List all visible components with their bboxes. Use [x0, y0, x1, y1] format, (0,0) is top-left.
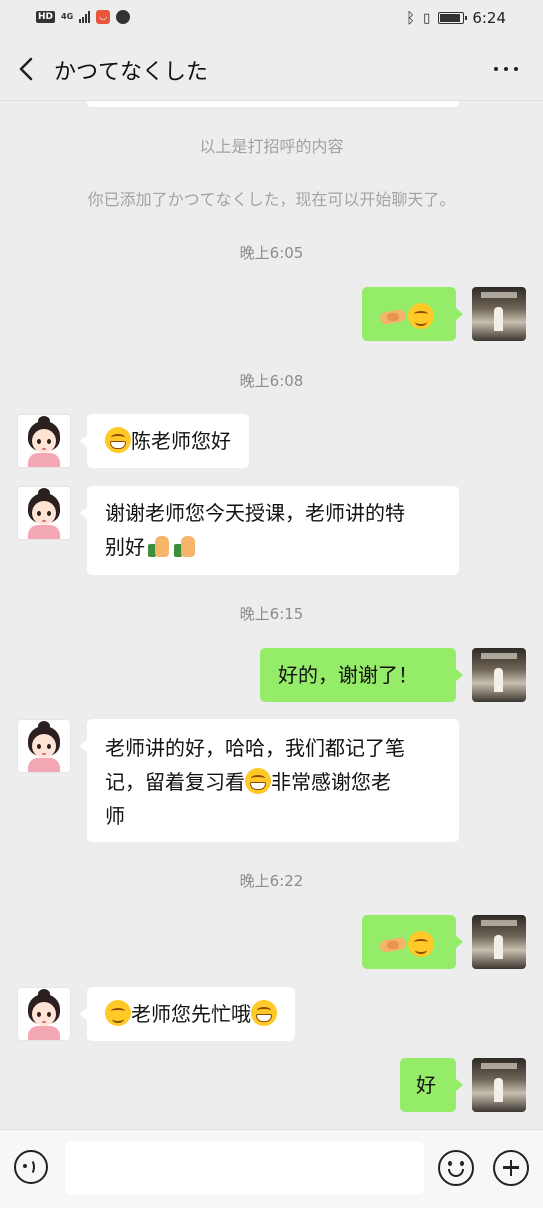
contact-avatar[interactable] — [17, 486, 71, 540]
smile-emoji-icon — [105, 1000, 131, 1026]
message-text: 好的，谢谢了！ — [278, 663, 418, 687]
message-text: 老师您先忙哦 — [131, 1002, 251, 1026]
thumbs-up-emoji-icon — [145, 533, 171, 559]
timestamp: 晚上6:22 — [239, 872, 304, 890]
timestamp: 晚上6:05 — [239, 244, 304, 262]
app-notification-icon: ◡ — [96, 10, 111, 24]
location-icon — [116, 10, 131, 24]
handshake-emoji-icon — [378, 931, 408, 957]
message-text: 师 — [105, 804, 125, 828]
message-input[interactable] — [65, 1142, 424, 1194]
message-text: 谢谢老师您今天授课，老师讲的特 — [105, 501, 405, 525]
contact-avatar[interactable] — [17, 719, 71, 773]
timestamp: 晚上6:08 — [239, 372, 304, 390]
more-dots-icon[interactable] — [494, 67, 518, 71]
received-message[interactable]: 老师您先忙哦 — [80, 987, 295, 1041]
received-message[interactable]: 谢谢老师您今天授课，老师讲的特 别好 — [80, 486, 459, 575]
message-text: 好 — [416, 1073, 436, 1097]
received-message[interactable]: 陈老师您好 — [80, 414, 249, 468]
sent-message[interactable] — [362, 287, 463, 341]
voice-icon[interactable] — [14, 1150, 48, 1184]
my-avatar[interactable] — [472, 915, 526, 969]
smile-emoji-icon — [408, 303, 434, 329]
my-avatar[interactable] — [472, 287, 526, 341]
input-bar — [0, 1129, 543, 1208]
contact-avatar[interactable] — [17, 414, 71, 468]
smile-emoji-icon — [408, 931, 434, 957]
emoji-icon[interactable] — [438, 1150, 474, 1186]
message-text: 记，留着复习看 — [105, 770, 245, 794]
battery-icon — [438, 12, 468, 24]
sent-message[interactable] — [362, 915, 463, 969]
grin-emoji-icon — [251, 1000, 277, 1026]
message-list[interactable]: 以上是打招呼的内容 你已添加了かつてなくした，现在可以开始聊天了。 晚上6:05… — [0, 101, 543, 1129]
status-right-icons: ᛒ ▯ 6:24 — [406, 9, 506, 27]
received-message[interactable]: 老师讲的好，哈哈，我们都记了笔 记，留着复习看 非常感谢您老 师 — [80, 719, 459, 842]
chevron-left-icon[interactable] — [16, 55, 38, 83]
status-time: 6:24 — [472, 9, 506, 27]
handshake-emoji-icon — [378, 303, 408, 329]
chat-title: かつてなくした — [54, 60, 209, 85]
chat-header: かつてなくした — [0, 38, 543, 101]
timestamp: 晚上6:15 — [239, 605, 304, 623]
status-bar: HD 4G ◡ ᛒ ▯ 6:24 — [0, 0, 543, 38]
sent-message[interactable]: 好 — [400, 1058, 463, 1112]
system-greeting-note: 以上是打招呼的内容 — [199, 137, 344, 156]
vibrate-icon: ▯ — [423, 10, 431, 26]
plus-icon[interactable] — [493, 1150, 529, 1186]
contact-avatar[interactable] — [17, 987, 71, 1041]
message-text: 非常感谢您老 — [271, 770, 391, 794]
previous-card-bottom — [87, 101, 459, 107]
my-avatar[interactable] — [472, 1058, 526, 1112]
system-added-note: 你已添加了かつてなくした，现在可以开始聊天了。 — [87, 190, 456, 209]
message-text: 老师讲的好，哈哈，我们都记了笔 — [105, 736, 405, 760]
sent-message[interactable]: 好的，谢谢了！ — [260, 648, 463, 702]
network-type: 4G — [61, 12, 74, 21]
my-avatar[interactable] — [472, 648, 526, 702]
message-text: 陈老师您好 — [131, 429, 231, 453]
message-text: 别好 — [105, 535, 145, 559]
grin-emoji-icon — [245, 768, 271, 794]
thumbs-up-emoji-icon — [171, 533, 197, 559]
hd-icon: HD — [36, 11, 56, 23]
signal-icon — [79, 11, 91, 23]
bluetooth-icon: ᛒ — [406, 9, 416, 27]
status-left-icons: HD 4G ◡ — [36, 10, 131, 24]
grin-emoji-icon — [105, 427, 131, 453]
